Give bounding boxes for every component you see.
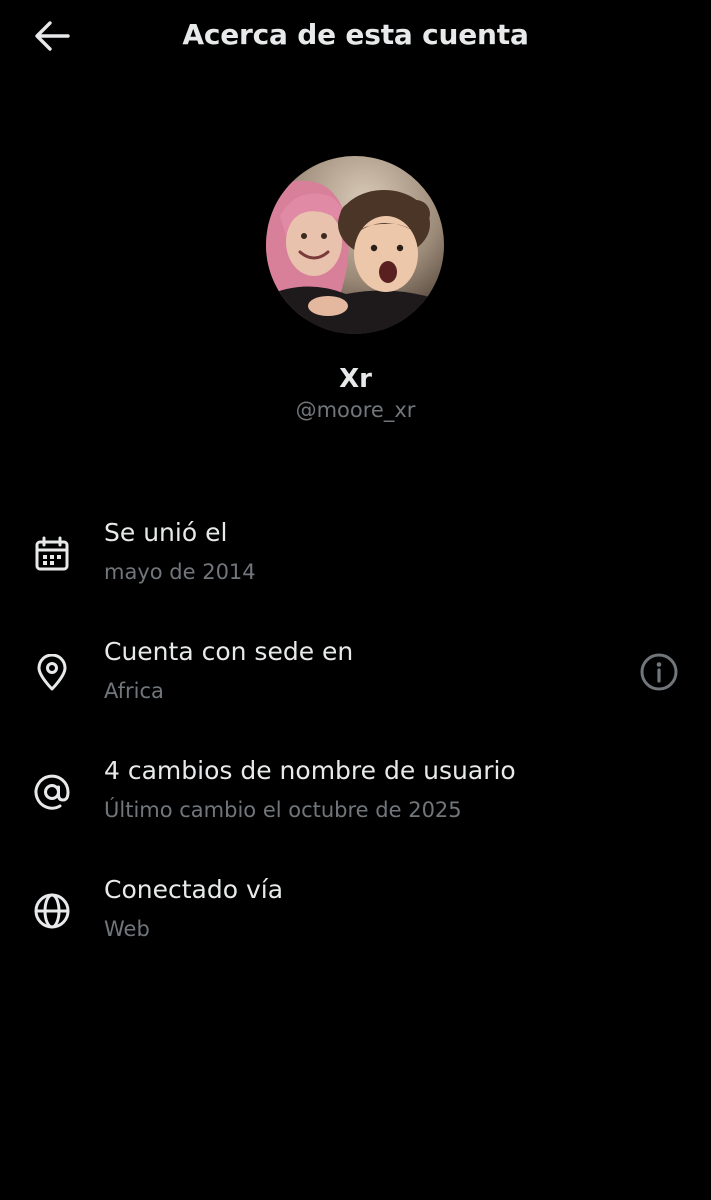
page-title: Acerca de esta cuenta xyxy=(182,18,529,51)
top-bar: Acerca de esta cuenta xyxy=(0,0,711,78)
username-changes-label: 4 cambios de nombre de usuario xyxy=(104,756,516,785)
at-sign-icon xyxy=(30,770,74,814)
connected-via-value: Web xyxy=(104,917,150,941)
connected-via-label: Conectado vía xyxy=(104,875,284,904)
joined-label: Se unió el xyxy=(104,518,228,547)
info-row-joined: Se unió el mayo de 2014 xyxy=(0,518,711,618)
avatar[interactable] xyxy=(266,156,444,334)
joined-value: mayo de 2014 xyxy=(104,560,256,584)
info-row-location: Cuenta con sede en Africa xyxy=(0,637,711,737)
username-changes-value: Último cambio el octubre de 2025 xyxy=(104,798,462,822)
username-handle: @moore_xr xyxy=(295,398,416,422)
display-name: Xr xyxy=(339,364,372,394)
info-icon[interactable] xyxy=(636,649,682,695)
info-row-connected-via: Conectado vía Web xyxy=(0,875,711,975)
location-pin-icon xyxy=(30,651,74,695)
location-value: Africa xyxy=(104,679,164,703)
location-label: Cuenta con sede en xyxy=(104,637,354,666)
globe-icon xyxy=(30,889,74,933)
info-row-username-changes: 4 cambios de nombre de usuario Último ca… xyxy=(0,756,711,856)
calendar-icon xyxy=(30,532,74,576)
